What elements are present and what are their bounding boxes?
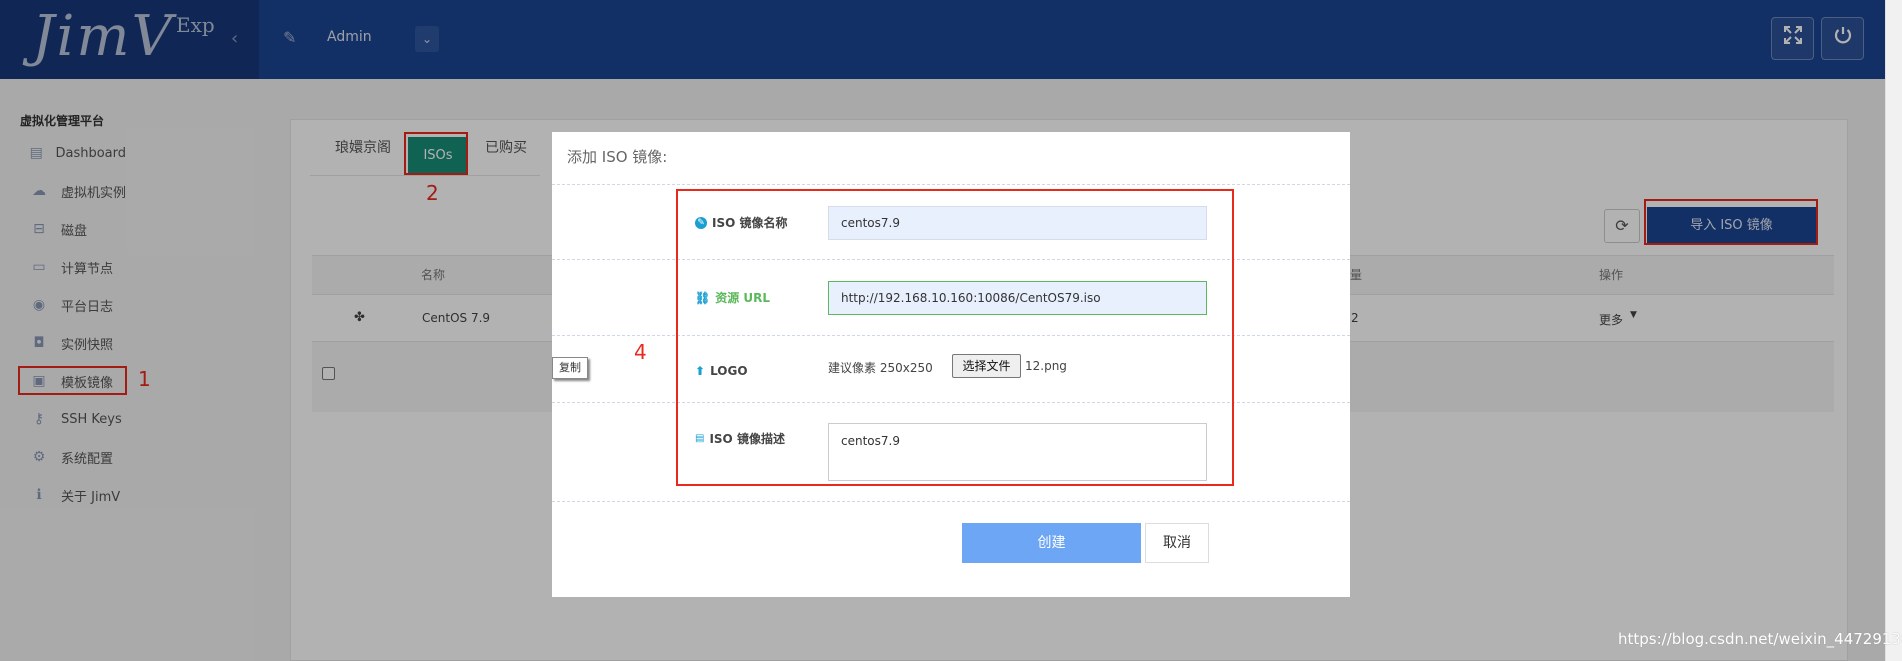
annotation-box-4 — [676, 189, 1234, 486]
watermark: https://blog.csdn.net/weixin_44729138 — [1618, 630, 1902, 648]
modal-title: 添加 ISO 镜像: — [567, 148, 668, 166]
cancel-button[interactable]: 取消 — [1145, 523, 1209, 563]
create-button[interactable]: 创建 — [962, 523, 1141, 563]
page-scrollbar[interactable] — [1885, 0, 1902, 661]
copy-tooltip[interactable]: 复制 — [552, 357, 588, 379]
divider — [552, 184, 1350, 185]
divider — [552, 501, 1350, 502]
annotation-number-4: 4 — [634, 340, 647, 364]
